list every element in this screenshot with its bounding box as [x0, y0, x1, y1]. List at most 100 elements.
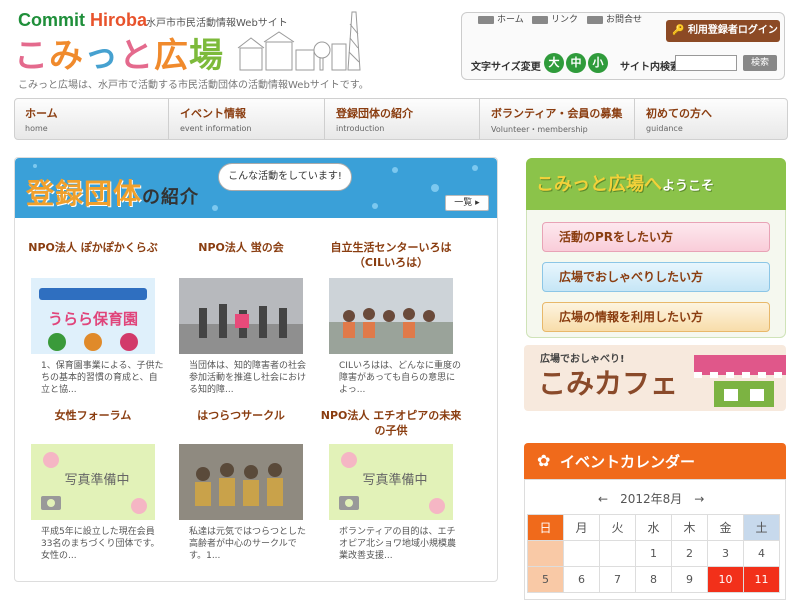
util-link-link-label: リンク — [551, 15, 579, 25]
calendar-nav: ← 2012年8月 → — [598, 490, 704, 507]
groups-title-suffix: の紹介 — [142, 187, 200, 208]
logo-char: こ — [14, 36, 49, 76]
group-card-image[interactable]: うらら保育園 — [31, 278, 155, 354]
placeholder-text: 写真準備中 — [64, 472, 129, 488]
group-card[interactable]: はつらつサークル 私達は元気ではつらつとした高齢者が中心のサークルです。1... — [166, 408, 316, 562]
font-size-label: 文字サイズ変更 — [471, 62, 541, 73]
calendar-day — [599, 540, 636, 567]
logo-char: み — [49, 36, 84, 76]
calendar-day-event[interactable]: 10 — [707, 566, 744, 593]
welcome-title-main: こみっと広場へ — [536, 174, 662, 195]
groups-title-main: 登録団体 — [26, 177, 143, 210]
calendar-day[interactable]: 7 — [599, 566, 636, 593]
nav-item-home[interactable]: ホーム home — [15, 99, 169, 139]
calendar-day[interactable]: 9 — [671, 566, 708, 593]
calendar-day[interactable]: 2 — [671, 540, 708, 567]
search-button[interactable]: 検索 — [743, 55, 777, 71]
next-month-arrow-icon[interactable]: → — [694, 492, 704, 506]
speech-bubble: こんな活動をしています! — [218, 163, 352, 191]
group-card[interactable]: NPO法人 エチオピアの未来の子供 写真準備中 ボランティアの目的は、エチオピア… — [316, 408, 466, 562]
cafe-title: こみカフェ — [538, 367, 679, 400]
nav-item-introduction[interactable]: 登録団体の紹介 introduction — [326, 99, 480, 139]
groups-title: 登録団体の紹介 — [26, 172, 199, 212]
util-link-contact-label: お問合せ — [606, 15, 643, 25]
calendar-title: イベントカレンダー — [560, 453, 696, 471]
group-card-title[interactable]: 女性フォーラム — [18, 408, 168, 432]
nav-title: ボランティア・会員の募集 — [491, 107, 623, 120]
photo-placeholder-image[interactable]: 写真準備中 — [31, 444, 155, 520]
calendar-day — [527, 540, 564, 567]
nav-sub: introduction — [336, 124, 385, 133]
font-size-large-button[interactable]: 大 — [544, 53, 564, 73]
font-size-medium-button[interactable]: 中 — [566, 53, 586, 73]
group-card-image[interactable] — [179, 278, 303, 354]
group-card[interactable]: NPO法人 蛍の会 当団体は、知的障害者の社会参加活動を推進し社会における知的障… — [166, 240, 316, 396]
weekday-tue: 火 — [599, 514, 636, 541]
key-icon: 🔑 — [672, 25, 685, 36]
logo-japanese[interactable]: こみっと広場 — [14, 28, 224, 77]
group-card-image[interactable] — [329, 278, 453, 354]
list-button[interactable]: 一覧 ▸ — [445, 195, 489, 211]
login-button[interactable]: 🔑 利用登録者ログイン — [666, 20, 780, 42]
placeholder-text: 写真準備中 — [362, 472, 427, 488]
weekday-fri: 金 — [707, 514, 744, 541]
global-nav: ホーム home イベント情報 event information 登録団体の紹介 i… — [14, 98, 788, 140]
calendar-day[interactable]: 3 — [707, 540, 744, 567]
group-card-description: CILいろはは、どんなに重度の障害があっても自らの意思によっ... — [339, 361, 461, 395]
weekday-wed: 水 — [635, 514, 672, 541]
weekday-thu: 木 — [671, 514, 708, 541]
logo-char: と — [119, 36, 154, 76]
nav-sub: home — [25, 124, 48, 133]
nav-title: 初めての方へ — [646, 107, 712, 120]
weekday-mon: 月 — [563, 514, 600, 541]
calendar-day[interactable]: 8 — [635, 566, 672, 593]
flower-icon: ✿ — [537, 451, 551, 470]
nav-item-guidance[interactable]: 初めての方へ guidance — [636, 99, 787, 139]
group-card-title[interactable]: NPO法人 エチオピアの未来の子供 — [316, 408, 466, 440]
welcome-title-suffix: ようこそ — [662, 179, 715, 194]
group-card-title[interactable]: NPO法人 蛍の会 — [166, 240, 316, 272]
pr-button[interactable]: 活動のPRをしたい方 — [542, 222, 770, 252]
group-card-image[interactable] — [179, 444, 303, 520]
group-card-image-text: うらら保育園 — [48, 310, 138, 328]
group-card[interactable]: 女性フォーラム 写真準備中 平成5年に設立した現在会員33名のまちづくり団体です… — [18, 408, 168, 562]
calendar-day-event[interactable]: 11 — [743, 566, 780, 593]
arrow-icon — [587, 15, 603, 24]
calendar-day[interactable]: 6 — [563, 566, 600, 593]
group-card[interactable]: 自立生活センターいろは（CILいろは） CILいろはは、どんなに重度の障害があっ… — [316, 240, 466, 396]
calendar-day[interactable]: 4 — [743, 540, 780, 567]
group-card-description: 平成5年に設立した現在会員33名のまちづくり団体です。女性の... — [41, 527, 160, 561]
font-size-small-button[interactable]: 小 — [588, 53, 608, 73]
util-link-link[interactable]: リンク — [532, 12, 578, 25]
chat-button[interactable]: 広場でおしゃべりしたい方 — [542, 262, 770, 292]
town-illustration — [237, 11, 361, 71]
weekday-sun: 日 — [527, 514, 564, 541]
nav-title: ホーム — [25, 107, 58, 120]
nav-sub: event information — [180, 124, 252, 133]
calendar-day[interactable]: 1 — [635, 540, 672, 567]
nav-sub: guidance — [646, 124, 683, 133]
calendar-day[interactable]: 5 — [527, 566, 564, 593]
calendar-grid: 日 月 火 水 木 金 土 1 2 3 4 5 6 7 8 9 10 11 — [527, 514, 780, 593]
info-button[interactable]: 広場の情報を利用したい方 — [542, 302, 770, 332]
nav-item-event[interactable]: イベント情報 event information — [170, 99, 325, 139]
nav-item-volunteer[interactable]: ボランティア・会員の募集 Volunteer・membership — [481, 99, 635, 139]
prev-month-arrow-icon[interactable]: ← — [598, 492, 608, 506]
logo-char: っ — [84, 36, 119, 76]
util-link-home[interactable]: ホーム — [478, 12, 524, 25]
group-card-title[interactable]: 自立生活センターいろは（CILいろは） — [316, 240, 466, 272]
group-card[interactable]: NPO法人 ぽかぽかくらぶ うらら保育園 1、保育園事業による、子供たちの基本的… — [18, 240, 168, 396]
calendar-day — [563, 540, 600, 567]
group-card-title[interactable]: NPO法人 ぽかぽかくらぶ — [18, 240, 168, 272]
group-card-description: 当団体は、知的障害者の社会参加活動を推進し社会における知的障... — [189, 361, 307, 395]
photo-placeholder-image[interactable]: 写真準備中 — [329, 444, 453, 520]
login-button-label: 利用登録者ログイン — [687, 25, 778, 36]
group-card-title[interactable]: はつらつサークル — [166, 408, 316, 432]
logo-char: 広 — [154, 36, 189, 76]
util-link-contact[interactable]: お問合せ — [587, 12, 642, 25]
welcome-title: こみっと広場へようこそ — [536, 170, 714, 196]
group-card-description: 私達は元気ではつらつとした高齢者が中心のサークルです。1... — [189, 527, 307, 561]
search-input[interactable] — [675, 55, 737, 71]
nav-title: 登録団体の紹介 — [336, 107, 413, 120]
weekday-sat: 土 — [743, 514, 780, 541]
